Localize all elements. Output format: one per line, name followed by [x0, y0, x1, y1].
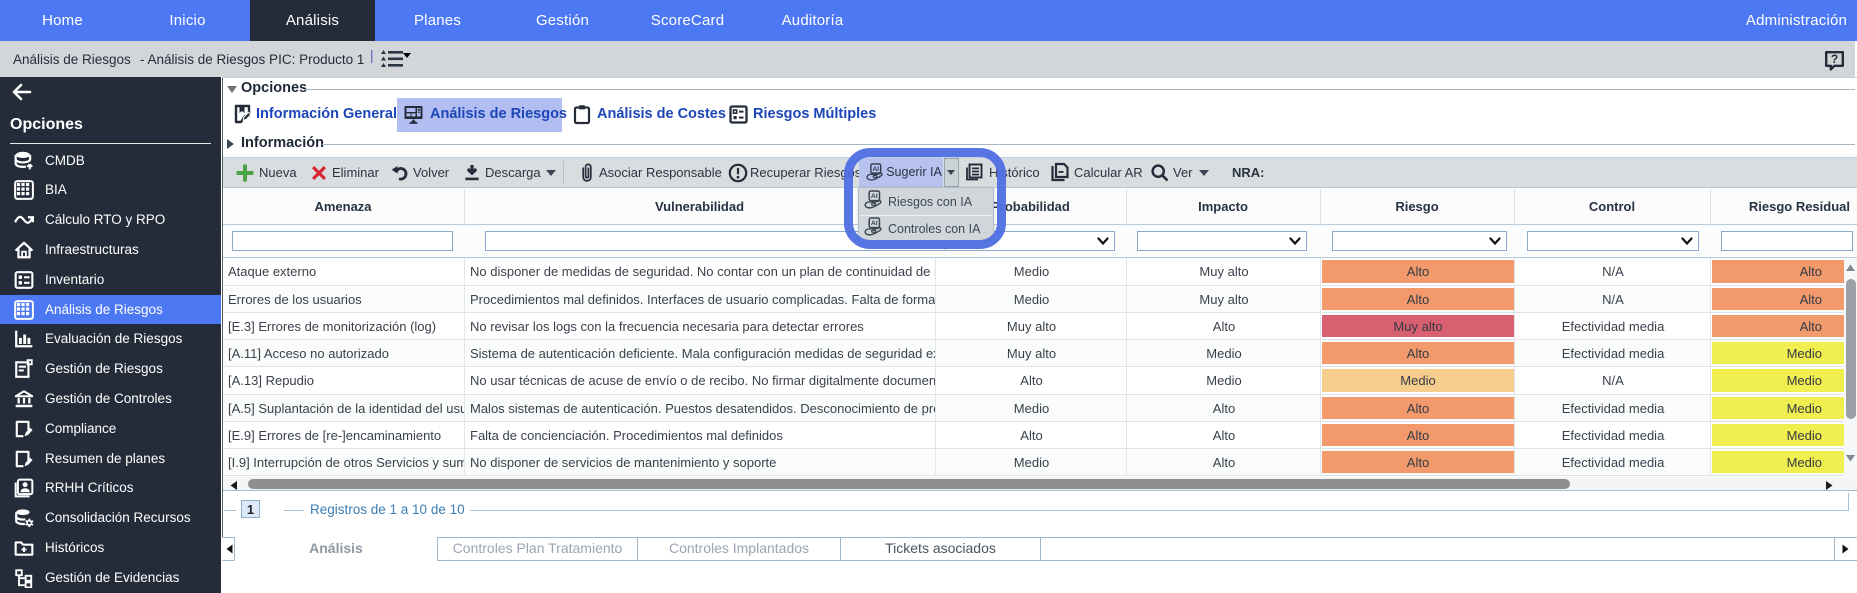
svg-text:?: ? — [1831, 52, 1838, 66]
